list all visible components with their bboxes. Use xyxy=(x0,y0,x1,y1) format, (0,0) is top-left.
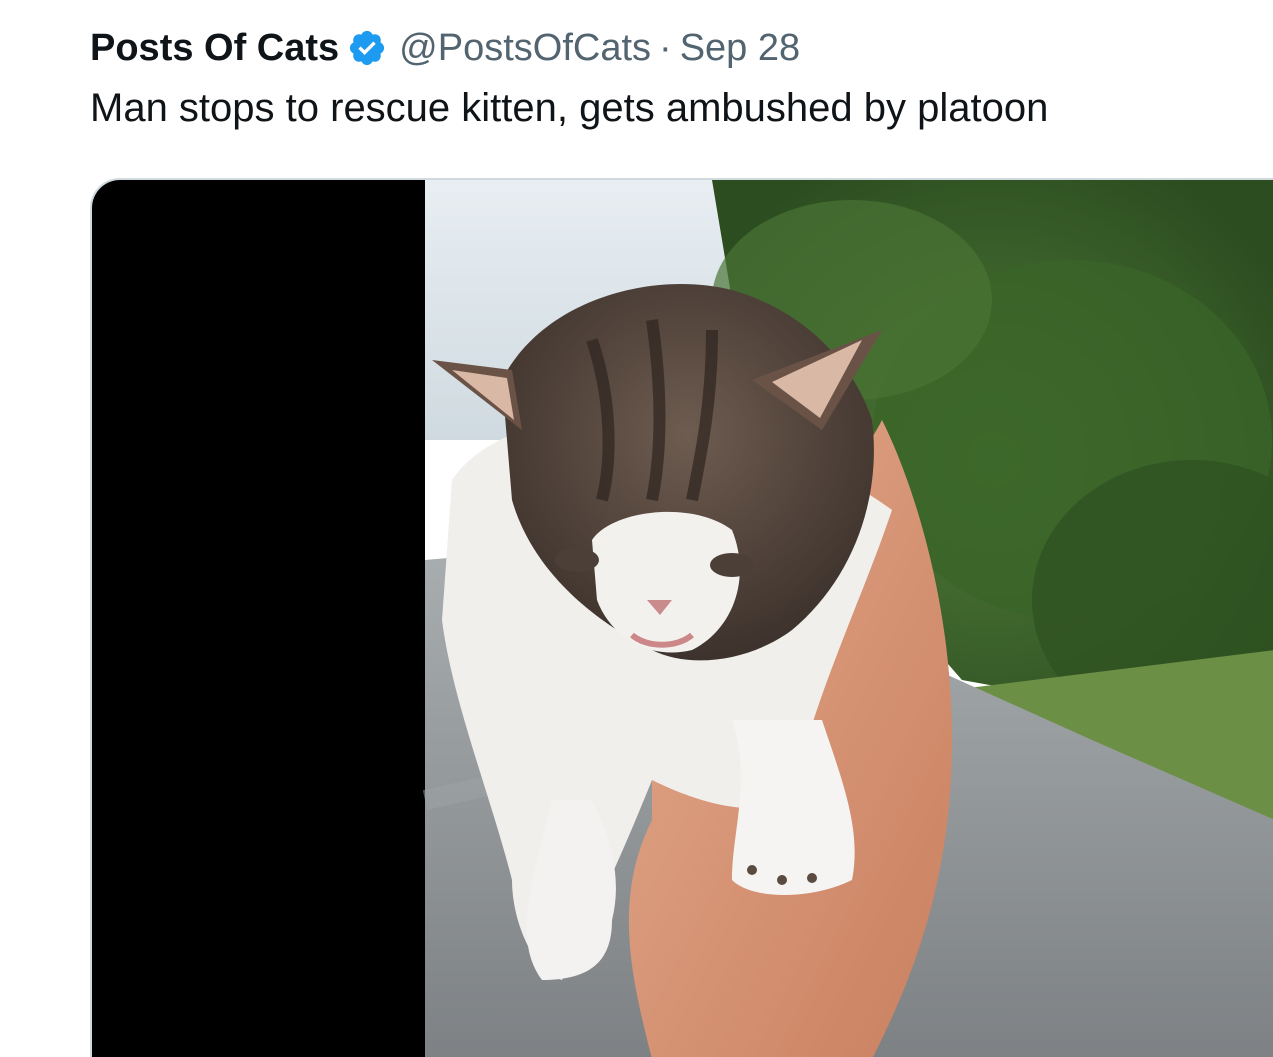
separator-dot: · xyxy=(659,26,672,69)
video-frame-image xyxy=(92,180,1273,1057)
tweet[interactable]: Posts Of Cats @PostsOfCats · Sep 28 Man … xyxy=(0,0,1273,1057)
user-handle[interactable]: @PostsOfCats xyxy=(399,27,651,70)
video-letterbox xyxy=(92,180,425,1057)
kitten-left-eye xyxy=(555,548,599,572)
kitten-right-eye xyxy=(710,553,754,577)
verified-badge-icon xyxy=(347,28,387,68)
tweet-text: Man stops to rescue kitten, gets ambushe… xyxy=(90,86,1049,130)
display-name[interactable]: Posts Of Cats xyxy=(90,27,339,70)
tweet-date[interactable]: Sep 28 xyxy=(680,27,800,70)
tweet-header: Posts Of Cats @PostsOfCats · Sep 28 xyxy=(90,20,800,76)
tweet-video[interactable] xyxy=(90,178,1273,1057)
